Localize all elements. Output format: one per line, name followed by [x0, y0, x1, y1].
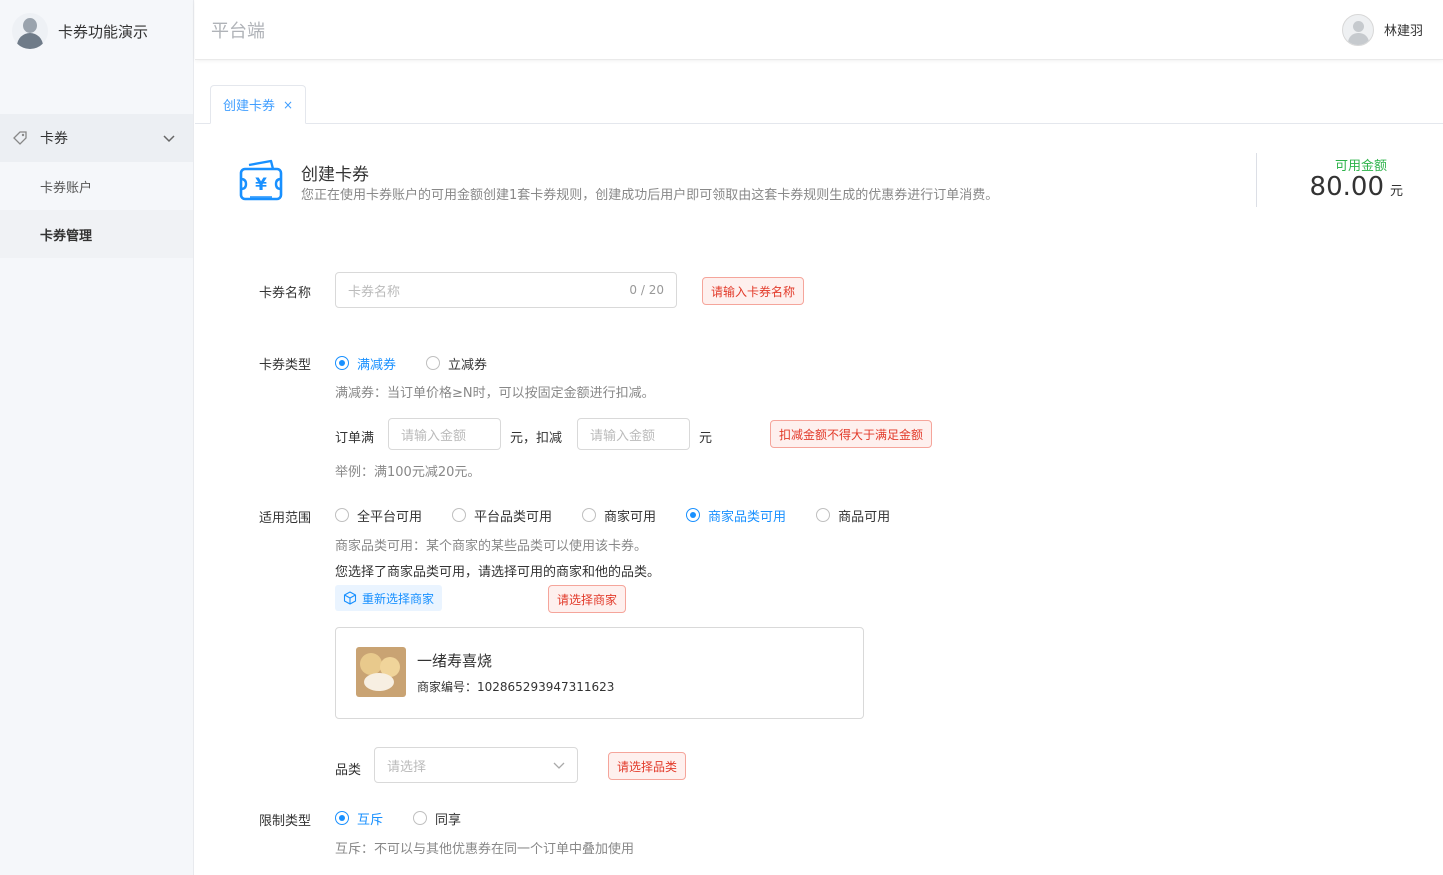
scope-hint: 商家品类可用：某个商家的某些品类可以使用该卡券。 — [335, 539, 648, 554]
merchant-error: 请选择商家 — [548, 585, 627, 613]
radio-label: 商品可用 — [838, 509, 891, 525]
radio-unchecked-icon — [816, 508, 831, 522]
radio-unchecked-icon — [426, 356, 441, 370]
divider — [1256, 153, 1257, 207]
scope-notice: 您选择了商家品类可用，请选择可用的商家和他的品类。 — [335, 565, 661, 580]
coupon-name-error: 请输入卡券名称 — [702, 277, 805, 305]
radio-label: 同享 — [435, 812, 462, 828]
cube-icon — [343, 591, 357, 605]
reselect-merchant-label: 重新选择商家 — [362, 591, 435, 606]
tab-bar: 创建卡券 × — [195, 61, 1443, 124]
brand-title: 卡券功能演示 — [58, 22, 149, 41]
radio-scope-platform-category[interactable]: 平台品类可用 — [452, 506, 552, 525]
limit-type-label: 限制类型 — [259, 814, 312, 829]
limit-type-radio-group: 互斥 同享 — [335, 808, 491, 828]
order-amount-input[interactable]: 请输入金额 — [388, 418, 501, 450]
chevron-down-icon[interactable] — [163, 132, 175, 144]
chevron-down-icon — [553, 762, 565, 769]
tag-icon — [13, 131, 27, 145]
page-title: 创建卡券 — [301, 165, 369, 185]
radio-checked-icon — [686, 508, 701, 522]
coupon-name-placeholder: 卡券名称 — [348, 284, 401, 300]
radio-scope-merchant-category[interactable]: 商家品类可用 — [686, 506, 786, 525]
header-title: 平台端 — [211, 20, 265, 42]
radio-label: 商家可用 — [604, 509, 657, 525]
radio-instant-reduction[interactable]: 立减券 — [426, 354, 487, 373]
unit-label: 元 — [699, 431, 713, 446]
sidebar-item-coupon-management[interactable]: 卡券管理 — [0, 210, 193, 258]
brand[interactable]: 卡券功能演示 — [0, 0, 193, 62]
radio-label: 商家品类可用 — [708, 509, 787, 525]
radio-label: 满减券 — [357, 357, 397, 373]
radio-limit-shared[interactable]: 同享 — [413, 809, 461, 828]
radio-label: 全平台可用 — [357, 509, 423, 525]
radio-scope-all-platform[interactable]: 全平台可用 — [335, 506, 422, 525]
merchant-name: 一绪寿喜烧 — [417, 652, 493, 670]
sidebar: 卡券功能演示 卡券 卡券账户 卡券管理 — [0, 0, 194, 875]
coupon-type-radio-group: 满减券 立减券 — [335, 353, 517, 373]
sidebar-menu: 卡券 卡券账户 卡券管理 — [0, 114, 193, 258]
merchant-id: 商家编号：102865293947311623 — [417, 680, 615, 694]
radio-unchecked-icon — [582, 508, 597, 522]
category-error: 请选择品类 — [608, 752, 687, 780]
radio-scope-product[interactable]: 商品可用 — [816, 506, 890, 525]
order-full-label: 订单满 — [335, 431, 375, 446]
char-count: 0 / 20 — [629, 283, 664, 297]
balance-value: 80.00 — [1309, 172, 1384, 202]
coupon-type-example: 举例：满100元减20元。 — [335, 465, 481, 480]
sidebar-item-coupon-account[interactable]: 卡券账户 — [0, 162, 193, 210]
user-name: 林建羽 — [1383, 24, 1423, 39]
coupon-type-label: 卡券类型 — [259, 358, 312, 373]
user-menu[interactable]: 林建羽 — [1341, 13, 1423, 46]
sidebar-item-coupons[interactable]: 卡券 — [0, 114, 193, 162]
sidebar-item-label: 卡券 — [40, 131, 68, 147]
merchant-thumbnail — [356, 647, 406, 697]
radio-checked-icon — [335, 356, 349, 370]
reselect-merchant-button[interactable]: 重新选择商家 — [335, 585, 443, 611]
coupon-type-hint: 满减券：当订单价格≥N时，可以按固定金额进行扣减。 — [335, 386, 655, 401]
radio-label: 立减券 — [448, 357, 488, 373]
coupon-name-label: 卡券名称 — [259, 286, 312, 301]
scope-label: 适用范围 — [259, 511, 312, 526]
tab-label: 创建卡券 — [223, 99, 276, 114]
coupon-wallet-icon: ¥ — [239, 159, 283, 201]
radio-unchecked-icon — [452, 508, 467, 522]
tab-create-coupon[interactable]: 创建卡券 × — [210, 85, 307, 124]
category-label: 品类 — [335, 763, 362, 778]
page-description: 您正在使用卡券账户的可用金额创建1套卡券规则，创建成功后用户即可领取由这套卡券规… — [301, 188, 999, 203]
radio-scope-merchant[interactable]: 商家可用 — [582, 506, 656, 525]
category-select[interactable]: 请选择 — [374, 747, 578, 783]
radio-unchecked-icon — [335, 508, 349, 522]
limit-type-hint: 互斥：不可以与其他优惠券在同一个订单中叠加使用 — [335, 842, 635, 857]
balance-unit: 元 — [1389, 184, 1403, 199]
user-avatar-icon[interactable] — [1341, 13, 1374, 46]
top-header: 平台端 林建羽 — [195, 0, 1443, 60]
deduct-amount-input[interactable]: 请输入金额 — [577, 418, 690, 450]
order-amount-placeholder: 请输入金额 — [401, 428, 467, 444]
svg-text:¥: ¥ — [255, 175, 267, 195]
category-placeholder: 请选择 — [387, 759, 427, 775]
deduct-amount-error: 扣减金额不得大于满足金额 — [770, 420, 933, 448]
radio-label: 互斥 — [357, 812, 384, 828]
radio-unchecked-icon — [413, 811, 428, 825]
deduct-label: 元，扣减 — [510, 431, 563, 446]
radio-limit-exclusive[interactable]: 互斥 — [335, 809, 383, 828]
main-content: ¥ 创建卡券 您正在使用卡券账户的可用金额创建1套卡券规则，创建成功后用户即可领… — [195, 124, 1443, 875]
balance-amount: 80.00 元 — [1310, 172, 1403, 202]
scope-radio-group: 全平台可用 平台品类可用 商家可用 商家品类可用 商品可用 — [335, 505, 920, 525]
merchant-card: 一绪寿喜烧 商家编号：102865293947311623 — [335, 627, 864, 719]
radio-label: 平台品类可用 — [474, 509, 553, 525]
radio-full-reduction[interactable]: 满减券 — [335, 354, 396, 373]
radio-checked-icon — [335, 811, 349, 825]
coupon-name-input[interactable]: 卡券名称 0 / 20 — [335, 272, 677, 308]
brand-avatar-icon — [12, 13, 48, 49]
close-icon[interactable]: × — [283, 98, 293, 112]
deduct-amount-placeholder: 请输入金额 — [590, 428, 656, 444]
